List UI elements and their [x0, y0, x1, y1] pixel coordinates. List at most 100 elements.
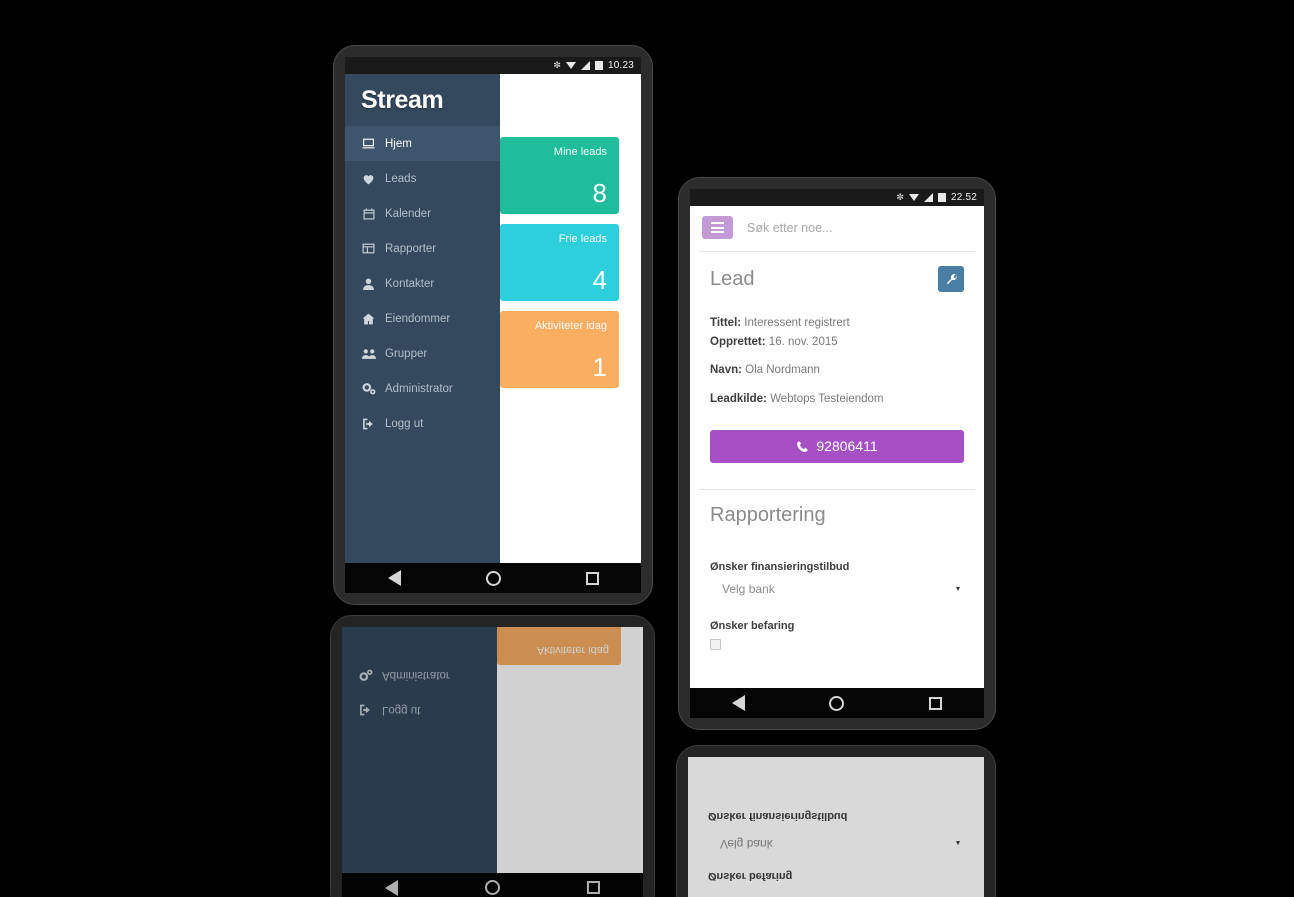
metric-card-mine-leads[interactable]: Mine leads 8 — [500, 137, 619, 214]
back-icon[interactable] — [732, 695, 746, 711]
sidebar-item-hjem[interactable]: Hjem — [345, 126, 500, 161]
chevron-down-icon: ▾ — [955, 584, 960, 594]
home-icon[interactable] — [485, 570, 501, 586]
laptop-icon — [361, 138, 376, 149]
reflection-screen-1: Logg ut Administrator Aktiviteter idag 1 — [342, 627, 643, 897]
phone-dashboard-screen: ✼ 10.23 Stream Hjem Leads Kalender Rappo… — [345, 57, 641, 593]
metric-card-reflection: Aktiviteter idag 1 — [497, 627, 621, 665]
hamburger-icon[interactable] — [702, 216, 733, 239]
field-label: Navn: — [710, 364, 742, 377]
field-opprettet: Opprettet: 16. nov. 2015 — [710, 334, 964, 351]
field-value: Webtops Testeiendom — [770, 393, 884, 406]
battery-icon — [937, 193, 946, 202]
sidebar-item-label: Logg ut — [385, 417, 424, 430]
reflection-body-2: Ønsker befaring Velg bank ▴ Ønsker finan… — [688, 757, 984, 897]
sidebar-item-label: Rapporter — [385, 242, 437, 255]
field-label: Leadkilde: — [710, 393, 767, 406]
battery-icon — [594, 61, 603, 70]
bank-select-value: Velg bank — [722, 581, 775, 596]
lead-section: Lead Tittel: Interessent registrert Oppr… — [690, 252, 984, 463]
bank-select-value: Velg bank — [720, 837, 773, 851]
home-building-icon — [361, 313, 376, 325]
metric-card-label: Aktiviteter idag — [534, 320, 607, 332]
metric-card-label: Frie leads — [558, 233, 607, 245]
phone-lead-detail: ✼ 22.52 Søk etter noe... Lead Tittel: In… — [678, 177, 996, 730]
dashboard-body: Stream Hjem Leads Kalender Rapporter Kon… — [345, 74, 641, 563]
reflection-cards-spacer — [497, 665, 643, 873]
reporting-section: Rapportering Ønsker finansieringstilbud … — [690, 490, 984, 650]
phone-icon — [796, 440, 809, 453]
sidebar-item-label: Administrator — [385, 382, 453, 395]
reflection-body-1: Logg ut Administrator Aktiviteter idag 1 — [342, 627, 643, 873]
lead-header: Lead — [710, 266, 964, 292]
status-bar: ✼ 22.52 — [690, 189, 984, 206]
home-icon[interactable] — [829, 695, 845, 711]
screenshot-stage: ✼ 10.23 Stream Hjem Leads Kalender Rappo… — [0, 0, 1294, 897]
reflection-spacer — [342, 728, 497, 873]
sidebar-item-logg-ut[interactable]: Logg ut — [345, 406, 500, 441]
call-button[interactable]: 92806411 — [710, 429, 964, 463]
sidebar-item-eiendommer[interactable]: Eiendommer — [345, 301, 500, 336]
status-clock: 10.23 — [607, 60, 634, 71]
sidebar-item-label: Administrator — [382, 669, 450, 682]
bluetooth-icon: ✼ — [553, 60, 561, 70]
sidebar-item-administrator-reflection: Administrator — [342, 658, 497, 693]
hamburger-bar — [711, 231, 724, 233]
phone-dashboard: ✼ 10.23 Stream Hjem Leads Kalender Rappo… — [333, 45, 653, 605]
metric-card-aktiviteter-idag[interactable]: Aktiviteter idag 1 — [500, 311, 619, 388]
logout-icon — [358, 705, 373, 717]
android-nav-bar — [345, 563, 641, 593]
phone-lead-detail-reflection: Ønsker befaring Velg bank ▴ Ønsker finan… — [676, 745, 996, 897]
sidebar-item-grupper[interactable]: Grupper — [345, 336, 500, 371]
cards-reflection: Aktiviteter idag 1 — [497, 627, 643, 873]
metric-card-label: Mine leads — [553, 146, 607, 158]
sidebar-item-rapporter[interactable]: Rapporter — [345, 231, 500, 266]
sidebar-item-administrator[interactable]: Administrator — [345, 371, 500, 406]
report-icon — [361, 243, 376, 254]
sidebar-reflection: Logg ut Administrator — [342, 627, 497, 873]
recents-icon[interactable] — [585, 571, 599, 585]
sidebar-item-leads[interactable]: Leads — [345, 161, 500, 196]
back-icon — [385, 880, 399, 896]
metric-card-label: Aktiviteter idag — [536, 644, 609, 656]
calendar-icon — [361, 208, 376, 220]
field-value: 16. nov. 2015 — [768, 335, 838, 348]
bluetooth-icon: ✼ — [896, 192, 904, 202]
reflection-screen-2: Ønsker befaring Velg bank ▴ Ønsker finan… — [688, 757, 984, 897]
android-nav-bar — [690, 688, 984, 718]
sidebar-item-label: Kalender — [385, 207, 432, 220]
logout-icon — [361, 418, 376, 430]
field-label: Opprettet: — [710, 335, 766, 348]
inspection-checkbox[interactable] — [710, 638, 721, 650]
sidebar-item-logg-ut-reflection: Logg ut — [342, 693, 497, 728]
sidebar-item-kontakter[interactable]: Kontakter — [345, 266, 500, 301]
lead-fields: Tittel: Interessent registrert Opprettet… — [710, 315, 964, 408]
back-icon[interactable] — [387, 570, 401, 586]
hamburger-bar — [711, 226, 724, 229]
search-row: Søk etter noe... — [690, 206, 984, 251]
wrench-icon[interactable] — [938, 266, 964, 292]
field-tittel: Tittel: Interessent registrert — [710, 315, 964, 332]
status-bar: ✼ 10.23 — [345, 57, 641, 74]
wifi-icon — [908, 194, 919, 201]
field-value: Interessent registrert — [744, 317, 850, 329]
home-icon — [484, 880, 500, 896]
gears-icon — [361, 382, 376, 395]
sidebar-item-kalender[interactable]: Kalender — [345, 196, 500, 231]
call-button-number: 92806411 — [816, 438, 878, 455]
wifi-icon — [565, 62, 576, 69]
recents-icon[interactable] — [928, 696, 942, 710]
android-nav-bar-reflection — [342, 873, 643, 897]
chevron-up-icon: ▴ — [955, 839, 960, 849]
search-input[interactable]: Søk etter noe... — [747, 221, 832, 235]
phone-lead-detail-screen: ✼ 22.52 Søk etter noe... Lead Tittel: In… — [690, 189, 984, 718]
field-label: Tittel: — [710, 317, 742, 329]
cards-top-spacer — [500, 74, 641, 137]
sidebar-item-label: Grupper — [385, 347, 428, 360]
users-group-icon — [361, 348, 376, 359]
metric-card-frie-leads[interactable]: Frie leads 4 — [500, 224, 619, 301]
bank-select[interactable]: Velg bank ▾ — [710, 577, 964, 601]
reporting-section-reflection: Ønsker befaring Velg bank ▴ Ønsker finan… — [688, 810, 984, 897]
bank-select-reflection: Velg bank ▴ — [708, 832, 964, 856]
metric-card-value: 4 — [592, 265, 607, 295]
